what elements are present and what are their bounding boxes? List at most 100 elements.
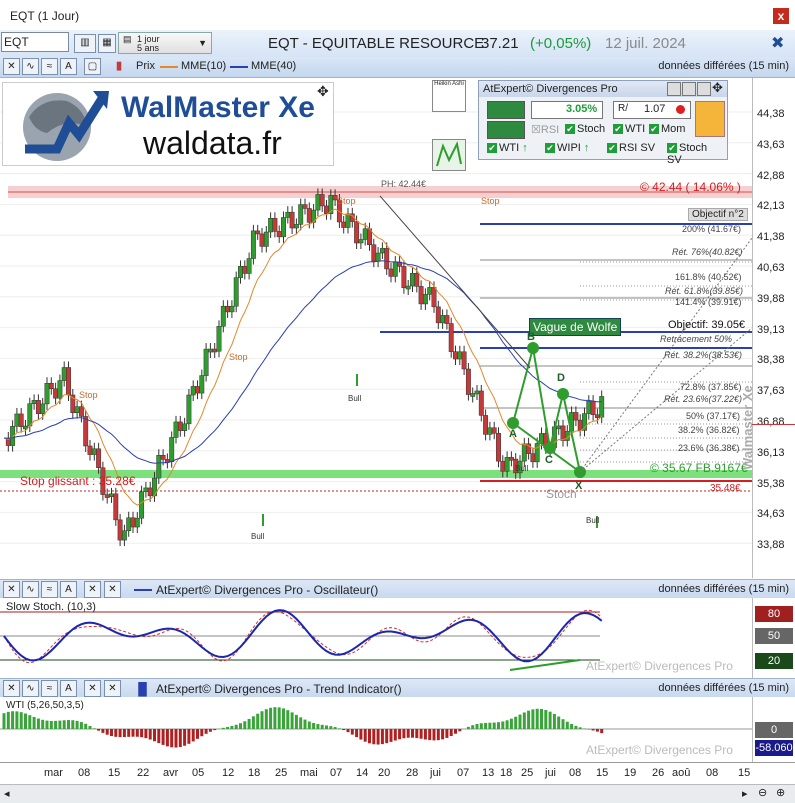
candle <box>182 424 186 431</box>
trend-bar <box>291 712 294 729</box>
close-panel-icon[interactable]: ✕ <box>104 680 121 697</box>
bell-icon[interactable] <box>695 101 725 137</box>
chart-grid-icon[interactable]: ▦ <box>98 34 116 53</box>
lvl-728: 72.8% (37.85€) <box>680 382 742 392</box>
trend-bar <box>123 729 126 737</box>
trend-bar <box>256 714 259 729</box>
candle <box>488 428 492 435</box>
candle <box>122 531 126 540</box>
trend-bar <box>437 729 440 740</box>
trend-bar <box>67 720 70 729</box>
trend-bar <box>166 729 169 746</box>
panel-btn-1[interactable] <box>667 82 681 96</box>
close-button[interactable]: x <box>773 8 789 24</box>
stop-marker: Stop <box>337 196 356 206</box>
time-axis-label: 08 <box>78 767 90 779</box>
scroll-left-icon[interactable]: ◂ <box>4 787 10 800</box>
wti-trend-toggle[interactable]: ✔WTI ↑ <box>487 142 528 154</box>
candle <box>428 287 432 294</box>
trend-bar <box>89 726 92 729</box>
trend-bar <box>24 714 27 729</box>
tools-icon[interactable]: ✕ <box>3 58 20 75</box>
ph-label: PH: 42.44€ <box>381 179 426 189</box>
wave-alt-icon[interactable]: ≈ <box>41 680 58 697</box>
trend-chart[interactable]: WTI (5,26,50,3,5) AtExpert© Divergences … <box>0 697 752 762</box>
osc-delayed: données différées (15 min) <box>658 583 789 595</box>
wave-point <box>527 342 539 354</box>
zoom-in-icon[interactable]: ⊕ <box>776 786 785 799</box>
trend-bar <box>519 715 522 729</box>
wave-icon[interactable]: ∿ <box>22 58 39 75</box>
price-axis-label: 41,38 <box>757 231 785 243</box>
wave-alt-icon[interactable]: ≈ <box>41 58 58 75</box>
candle <box>204 349 208 376</box>
tools-icon[interactable]: ✕ <box>3 680 20 697</box>
candle <box>32 400 36 403</box>
trend-bar <box>235 725 238 729</box>
ap-icon[interactable]: A <box>60 581 77 598</box>
wave-alt-icon[interactable]: ≈ <box>41 581 58 598</box>
wave-icon[interactable]: ∿ <box>22 581 39 598</box>
time-axis-label: 20 <box>378 767 390 779</box>
time-axis-label: aoû <box>672 767 690 779</box>
time-axis-label: 25 <box>275 767 287 779</box>
period-selector[interactable]: ▤ 1 jour 5 ans ▼ <box>118 32 212 54</box>
oscillator-chart[interactable]: Slow Stoch. (10,3) AtExpert© Divergences… <box>0 598 752 678</box>
scroll-right-icon[interactable]: ▸ <box>742 787 748 800</box>
time-axis-label: 12 <box>222 767 234 779</box>
wipi-toggle[interactable]: ✔WIPI ↑ <box>545 142 589 154</box>
time-axis-label: 07 <box>457 767 469 779</box>
time-axis-label: 28 <box>406 767 418 779</box>
trend-bar <box>557 717 560 729</box>
move-icon[interactable]: ✥ <box>712 80 723 96</box>
zoom-out-icon[interactable]: ⊖ <box>758 786 767 799</box>
window-title: EQT (1 Jour) <box>10 9 79 23</box>
wti-toggle[interactable]: ✔WTI <box>613 123 645 135</box>
candle <box>385 248 389 269</box>
time-axis-label: 15 <box>738 767 750 779</box>
pattern-icon[interactable] <box>432 139 466 171</box>
bear-div-icon[interactable] <box>487 121 525 139</box>
candle <box>531 454 535 462</box>
candle <box>290 212 294 228</box>
mom-toggle[interactable]: ✔Mom <box>649 123 685 135</box>
candle <box>342 222 346 228</box>
ret618: Rét. 61.8%(39.85€) <box>665 286 743 296</box>
trend-bar <box>450 729 453 736</box>
candle <box>49 383 53 388</box>
heikin-ashi-icon[interactable]: Heikin Ashi <box>432 80 466 112</box>
trend-bar <box>562 719 565 729</box>
time-axis-label: avr <box>163 767 178 779</box>
lvl-141: 141.4% (39.91€) <box>675 297 742 307</box>
trend-bar <box>269 708 272 729</box>
panel-btn-3[interactable] <box>697 82 711 96</box>
close-panel-icon[interactable]: ✕ <box>104 581 121 598</box>
trend-bar <box>28 715 31 729</box>
bull-div-icon[interactable] <box>487 101 525 119</box>
candle <box>256 231 260 234</box>
panel-btn-2[interactable] <box>682 82 696 96</box>
ap-icon[interactable]: A <box>60 58 77 75</box>
stochsv-toggle[interactable]: ✔Stoch SV <box>667 142 723 166</box>
close-panel-icon[interactable]: ✕ <box>84 581 101 598</box>
wave-icon[interactable]: ∿ <box>22 680 39 697</box>
tools-icon[interactable]: ✖ <box>771 33 784 53</box>
symbol-input[interactable]: EQT <box>1 32 69 52</box>
window-icon[interactable]: ▢ <box>84 58 101 75</box>
price-axis-label: 42,88 <box>757 170 785 182</box>
stoch-toggle[interactable]: ✔Stoch <box>565 123 605 135</box>
trend-watermark: AtExpert© Divergences Pro <box>586 743 733 757</box>
candle <box>578 420 582 430</box>
tools-icon[interactable]: ✕ <box>3 581 20 598</box>
ap-icon[interactable]: A <box>60 680 77 697</box>
move-icon[interactable]: ✥ <box>317 83 329 100</box>
quote-date: 12 juil. 2024 <box>605 35 686 52</box>
trend-bar <box>230 726 233 729</box>
rsisv-toggle[interactable]: ✔RSI SV <box>607 142 655 154</box>
trend-bar <box>11 711 14 729</box>
close-panel-icon[interactable]: ✕ <box>84 680 101 697</box>
trend-bar <box>153 729 156 741</box>
book-icon[interactable]: ▥ <box>74 34 96 53</box>
horizontal-scrollbar[interactable]: ◂ ▸ ⊖ ⊕ <box>0 784 795 803</box>
rsi-toggle[interactable]: ☒RSI <box>531 123 559 136</box>
